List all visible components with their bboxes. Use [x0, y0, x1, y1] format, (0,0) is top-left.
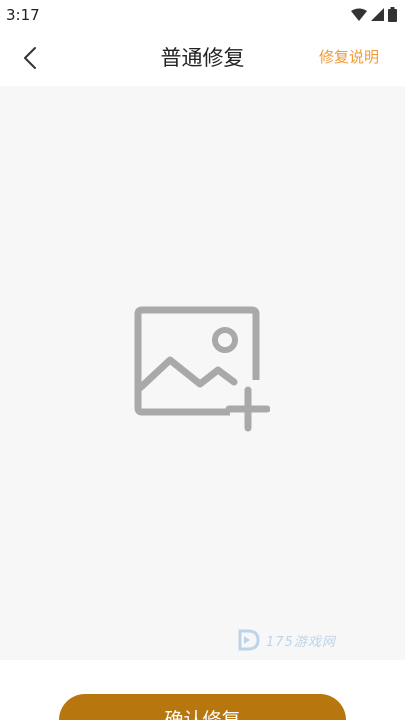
signal-icon	[371, 7, 384, 21]
status-icons	[351, 7, 397, 22]
header-bar: 普通修复 修复说明	[0, 30, 405, 86]
image-upload-area[interactable]: 175游戏网	[0, 86, 405, 660]
watermark-logo-icon	[238, 629, 260, 651]
status-bar: 3:17	[0, 0, 405, 30]
bottom-bar: 确认修复	[0, 660, 405, 720]
add-image-icon[interactable]	[134, 306, 270, 432]
watermark-text: 175游戏网	[266, 634, 336, 650]
repair-screen: 3:17 普通修复 修复说明 175游戏网 确认修复	[0, 0, 405, 720]
confirm-repair-button[interactable]: 确认修复	[59, 694, 346, 720]
watermark: 175游戏网	[236, 628, 336, 652]
wifi-icon	[351, 8, 367, 21]
repair-instructions-link[interactable]: 修复说明	[319, 46, 379, 67]
status-time: 3:17	[6, 6, 40, 24]
battery-icon	[388, 7, 397, 22]
